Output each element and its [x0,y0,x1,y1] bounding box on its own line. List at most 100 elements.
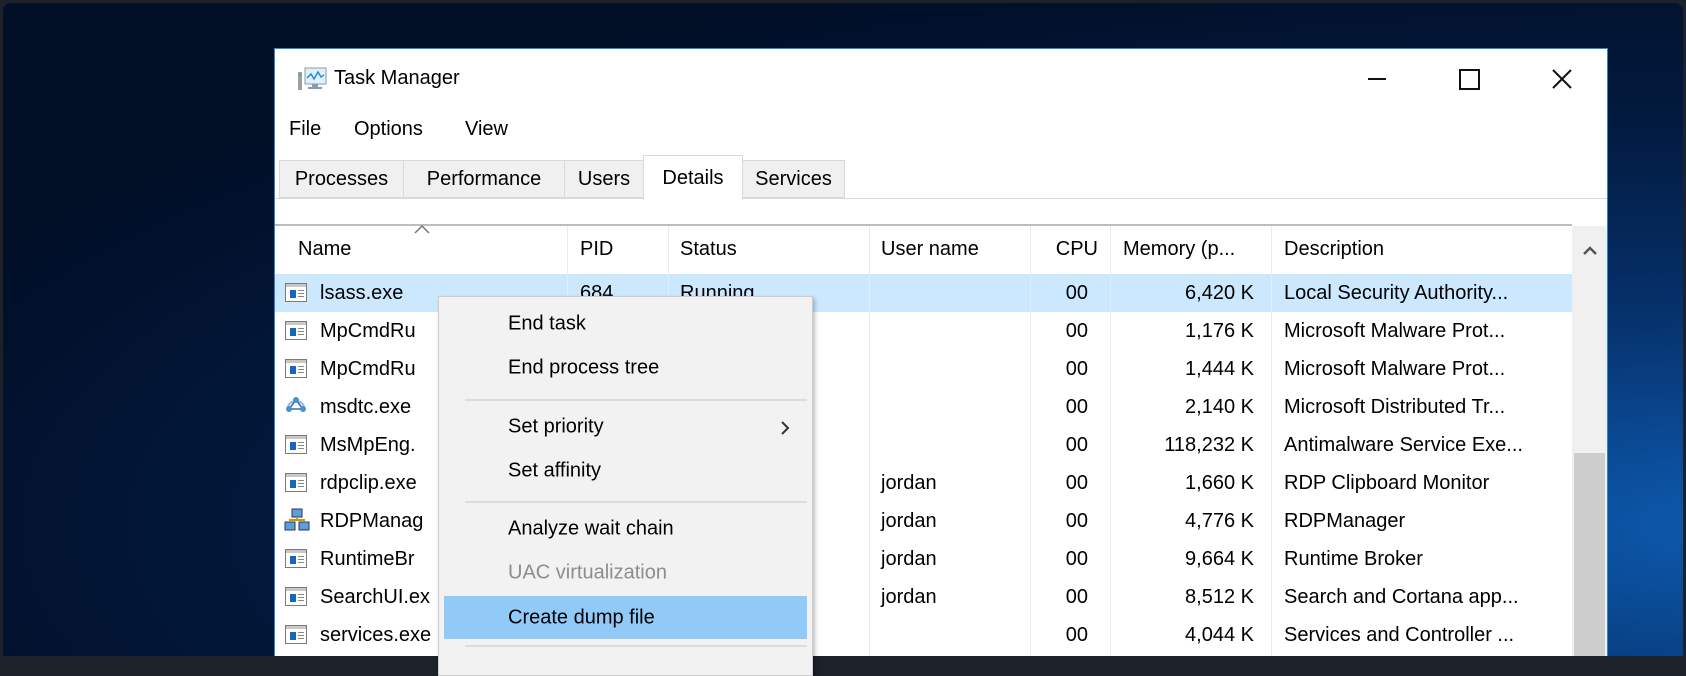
process-description: Microsoft Malware Prot... [1284,320,1506,342]
menu-separator [465,645,807,647]
application-icon [285,435,307,454]
menu-item-label: End process tree [508,356,660,379]
minimize-button[interactable] [1347,61,1407,97]
process-user: jordan [881,510,937,532]
menu-options[interactable]: Options [354,117,423,141]
process-cpu: 00 [1065,624,1088,646]
chevron-right-icon [781,421,790,435]
menu-item-label: Set affinity [508,459,602,482]
menu-item-analyze-wait-chain[interactable]: Analyze wait chain [439,508,812,550]
application-icon [285,359,307,378]
menu-item-label: Analyze wait chain [508,517,674,540]
close-icon [1552,69,1572,89]
scroll-up-arrow-icon[interactable] [1582,245,1598,255]
menu-item-create-dump-file[interactable]: Create dump file [444,596,807,639]
menu-file[interactable]: File [289,117,321,141]
application-icon [285,625,307,644]
application-icon [285,283,307,302]
context-menu: End task End process tree Set priority S… [438,296,813,676]
process-description: Microsoft Distributed Tr... [1284,396,1506,418]
process-description: Services and Controller ... [1284,624,1515,646]
process-memory: 1,444 K [1185,358,1254,380]
process-name: RuntimeBr [320,548,415,570]
column-divider [1030,226,1031,656]
menu-item-set-priority[interactable]: Set priority [439,406,812,448]
minimize-icon [1368,78,1386,80]
application-icon [285,587,307,606]
process-name: SearchUI.ex [320,586,431,608]
column-header-description[interactable]: Description [1284,237,1384,261]
close-button[interactable] [1532,61,1592,97]
application-icon [285,321,307,340]
process-name: lsass.exe [320,282,404,304]
process-memory: 1,176 K [1185,320,1254,342]
column-divider [1110,226,1111,656]
vertical-scrollbar[interactable] [1572,226,1607,656]
menu-item-label: Set priority [508,415,604,438]
window-title: Task Manager [334,67,460,89]
process-name: rdpclip.exe [320,472,417,494]
column-divider [869,226,870,656]
process-description: Local Security Authority... [1284,282,1509,304]
tab-services[interactable]: Services [742,160,845,198]
process-memory: 1,660 K [1185,472,1254,494]
process-cpu: 00 [1065,282,1088,304]
application-icon [285,473,307,492]
process-description: Antimalware Service Exe... [1284,434,1523,456]
column-header-name[interactable]: Name [298,237,351,261]
menu-item-label: UAC virtualization [508,561,667,584]
menu-item-end-task[interactable]: End task [439,303,812,345]
column-header-status[interactable]: Status [680,237,737,261]
process-description: Search and Cortana app... [1284,586,1519,608]
network-computers-icon [284,508,310,539]
tab-performance[interactable]: Performance [403,160,565,198]
process-cpu: 00 [1065,396,1088,418]
process-memory: 9,664 K [1185,548,1254,570]
column-header-user-name[interactable]: User name [881,237,979,261]
tab-users[interactable]: Users [564,160,644,198]
process-name: msdtc.exe [320,396,412,418]
process-name: MpCmdRu [320,358,416,380]
task-manager-icon [297,66,327,92]
menu-view[interactable]: View [465,117,508,141]
tab-processes[interactable]: Processes [279,160,404,198]
process-name: MsMpEng. [320,434,416,456]
process-memory: 4,776 K [1185,510,1254,532]
process-user: jordan [881,586,937,608]
process-cpu: 00 [1065,586,1088,608]
menu-item-set-affinity[interactable]: Set affinity [439,450,812,492]
tab-strip: Processes Performance Users Details Serv… [275,155,1607,200]
menu-item-label: Create dump file [508,606,655,628]
scrollbar-thumb[interactable] [1574,453,1605,656]
menu-item-end-process-tree[interactable]: End process tree [439,347,812,389]
header-divider [275,224,1572,226]
column-divider [1271,226,1272,656]
application-icon [285,549,307,568]
process-description: RDP Clipboard Monitor [1284,472,1490,494]
menu-separator [465,399,807,401]
menu-item-label: End task [508,312,586,335]
menu-separator [465,501,807,503]
process-user: jordan [881,548,937,570]
column-header-cpu[interactable]: CPU [1030,237,1098,261]
tab-details[interactable]: Details [643,155,743,200]
column-header-memory[interactable]: Memory (p... [1123,237,1235,261]
process-description: Microsoft Malware Prot... [1284,358,1506,380]
menu-item-uac-virtualization[interactable]: UAC virtualization [439,552,812,594]
process-cpu: 00 [1065,434,1088,456]
maximize-button[interactable] [1439,61,1499,97]
process-memory: 6,420 K [1185,282,1254,304]
process-name: MpCmdRu [320,320,416,342]
sort-ascending-icon [414,225,430,234]
process-cpu: 00 [1065,320,1088,342]
process-cpu: 00 [1065,358,1088,380]
process-name: services.exe [320,624,432,646]
process-user: jordan [881,472,937,494]
process-cpu: 00 [1065,472,1088,494]
process-cpu: 00 [1065,510,1088,532]
process-cpu: 00 [1065,548,1088,570]
process-memory: 8,512 K [1185,586,1254,608]
process-name: RDPManag [320,510,424,532]
column-header-pid[interactable]: PID [580,237,613,261]
maximize-icon [1458,68,1480,90]
